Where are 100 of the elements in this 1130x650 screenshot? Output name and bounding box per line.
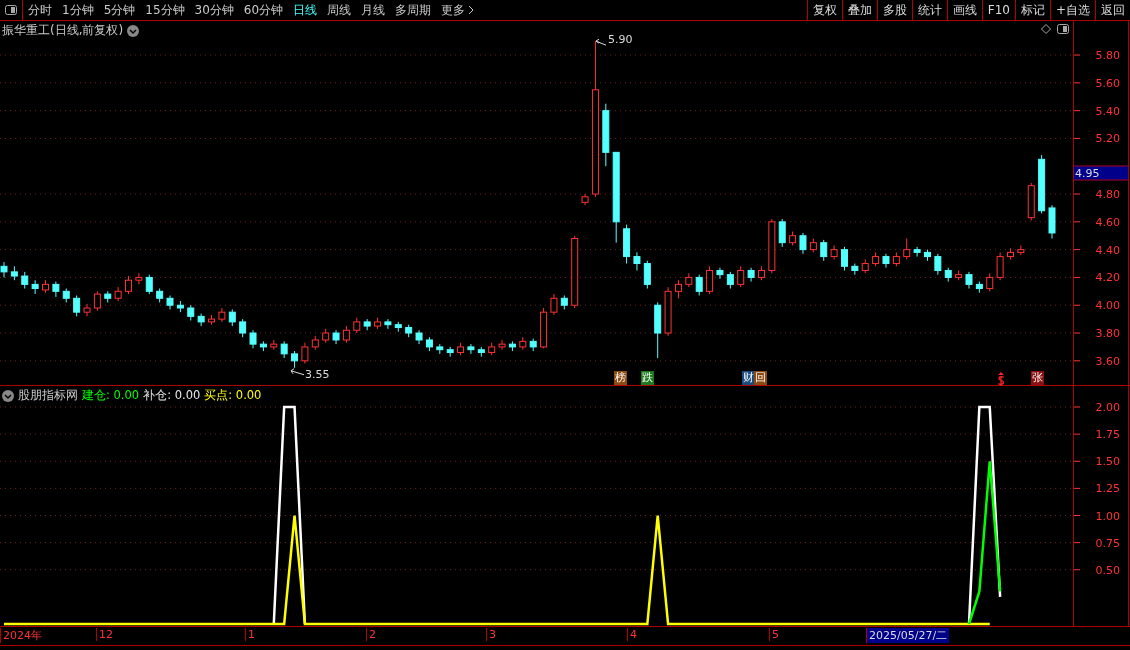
- date-label: 2025/05/27/二: [866, 628, 950, 643]
- period-tab[interactable]: 分时: [23, 0, 57, 20]
- candlestick: [384, 318, 392, 330]
- candlestick: [840, 246, 848, 271]
- candlestick: [934, 253, 942, 276]
- period-tab[interactable]: 多周期: [390, 0, 437, 20]
- candlestick: [301, 342, 309, 365]
- panel-toggle-icon[interactable]: [5, 5, 17, 15]
- indicator-reading: 建仓: 0.00: [82, 388, 140, 403]
- candlestick: [903, 238, 911, 260]
- axis-label: 4.80: [1095, 187, 1120, 201]
- axis-label: 1.50: [1095, 454, 1120, 468]
- candlestick: [31, 279, 39, 295]
- toolbar-button[interactable]: 标记: [1014, 0, 1050, 20]
- candlestick: [239, 318, 247, 338]
- candlestick: [913, 246, 921, 258]
- dropdown-icon[interactable]: [127, 24, 140, 37]
- period-tab[interactable]: 周线: [322, 0, 357, 20]
- period-tab[interactable]: 15分钟: [140, 0, 190, 20]
- toolbar-button[interactable]: +自选: [1049, 0, 1095, 20]
- high-price-label: 5.90: [608, 33, 633, 47]
- candlestick: [145, 274, 153, 295]
- date-label: 12: [96, 628, 115, 641]
- candlestick: [498, 339, 506, 351]
- candlestick: [550, 293, 558, 316]
- candlestick: [73, 294, 81, 317]
- axis-label: 3.60: [1095, 354, 1120, 368]
- axis-label: 4.40: [1095, 243, 1120, 257]
- date-label: 4: [627, 628, 639, 641]
- axis-label: 0.50: [1095, 563, 1120, 577]
- period-tab[interactable]: 更多: [436, 0, 480, 20]
- axis-label: 4.00: [1095, 298, 1120, 312]
- leader-line: [290, 368, 305, 376]
- toolbar-button[interactable]: 返回: [1095, 0, 1130, 20]
- toolbar-button[interactable]: 统计: [911, 0, 947, 20]
- toolbar-button[interactable]: 画线: [946, 0, 982, 20]
- date-label: 1: [245, 628, 257, 641]
- event-badge[interactable]: 跌: [641, 371, 654, 385]
- leader-line: [595, 38, 607, 46]
- candlestick: [52, 281, 60, 298]
- candlestick: [706, 265, 714, 295]
- chart-title: 振华重工(日线,前复权): [2, 22, 124, 39]
- candlestick: [778, 218, 786, 248]
- period-tab[interactable]: 月线: [356, 0, 391, 20]
- date-label: 5: [769, 628, 781, 641]
- candlestick: [695, 274, 703, 296]
- low-price-label: 3.55: [305, 367, 330, 381]
- candlestick: [0, 261, 8, 278]
- axis-label: 5.40: [1095, 104, 1120, 118]
- axis-label: 4.20: [1095, 270, 1120, 284]
- indicator-title: 股朋指标网: [18, 387, 78, 404]
- axis-label: 2.00: [1095, 400, 1120, 414]
- toolbar-button[interactable]: 复权: [806, 0, 842, 20]
- axis-label: 1.75: [1095, 427, 1120, 441]
- panel-toggle-icon[interactable]: [1057, 24, 1069, 34]
- current-price-tag: 4.95: [1074, 165, 1128, 181]
- axis-label: 1.00: [1095, 509, 1120, 522]
- dropdown-icon[interactable]: [2, 389, 14, 402]
- date-label: 2024年: [0, 628, 44, 643]
- candlestick: [674, 279, 682, 299]
- candlestick: [135, 272, 143, 285]
- candlestick: [851, 263, 859, 276]
- event-badge[interactable]: 张: [1031, 371, 1044, 385]
- event-badge[interactable]: 榜: [614, 371, 627, 385]
- indicator-reading: 补仓: 0.00: [143, 388, 201, 403]
- candlestick: [93, 290, 101, 312]
- toolbar-button[interactable]: 叠加: [841, 0, 877, 20]
- candlestick: [467, 343, 475, 355]
- axis-label: 0.75: [1095, 536, 1120, 550]
- axis-label: 5.80: [1095, 48, 1120, 62]
- period-tab[interactable]: 60分钟: [238, 0, 289, 20]
- axis-label: 3.80: [1095, 326, 1120, 340]
- diamond-icon[interactable]: [1041, 24, 1051, 34]
- indicator-reading: 买点: 0.00: [204, 388, 262, 403]
- candlestick: [643, 260, 651, 290]
- axis-label: 5.20: [1095, 131, 1120, 145]
- candlestick: [996, 251, 1004, 281]
- toolbar-button[interactable]: 多股: [876, 0, 912, 20]
- dollar-arrow-icon[interactable]: [997, 372, 1005, 386]
- chevron-right-icon: [468, 5, 475, 15]
- axis-label: 1.25: [1095, 481, 1120, 495]
- axis-label: 5.60: [1095, 76, 1120, 90]
- candlestick: [633, 251, 641, 271]
- date-label: 2: [366, 628, 378, 641]
- axis-label: 4.60: [1095, 215, 1120, 229]
- candlestick: [716, 267, 724, 280]
- toolbar-button[interactable]: F10: [981, 0, 1015, 20]
- period-tab[interactable]: 日线: [288, 0, 323, 20]
- candlestick: [799, 232, 807, 255]
- candlestick: [83, 303, 91, 317]
- period-tab[interactable]: 5分钟: [98, 0, 141, 20]
- candlestick: [125, 275, 133, 295]
- candlestick: [737, 265, 745, 288]
- candlestick: [1017, 244, 1025, 256]
- period-tab[interactable]: 1分钟: [57, 0, 99, 20]
- candlestick: [820, 239, 828, 262]
- event-badge[interactable]: 回: [754, 371, 767, 385]
- candlestick: [986, 272, 994, 292]
- period-tab[interactable]: 30分钟: [189, 0, 239, 20]
- candlestick: [249, 329, 257, 349]
